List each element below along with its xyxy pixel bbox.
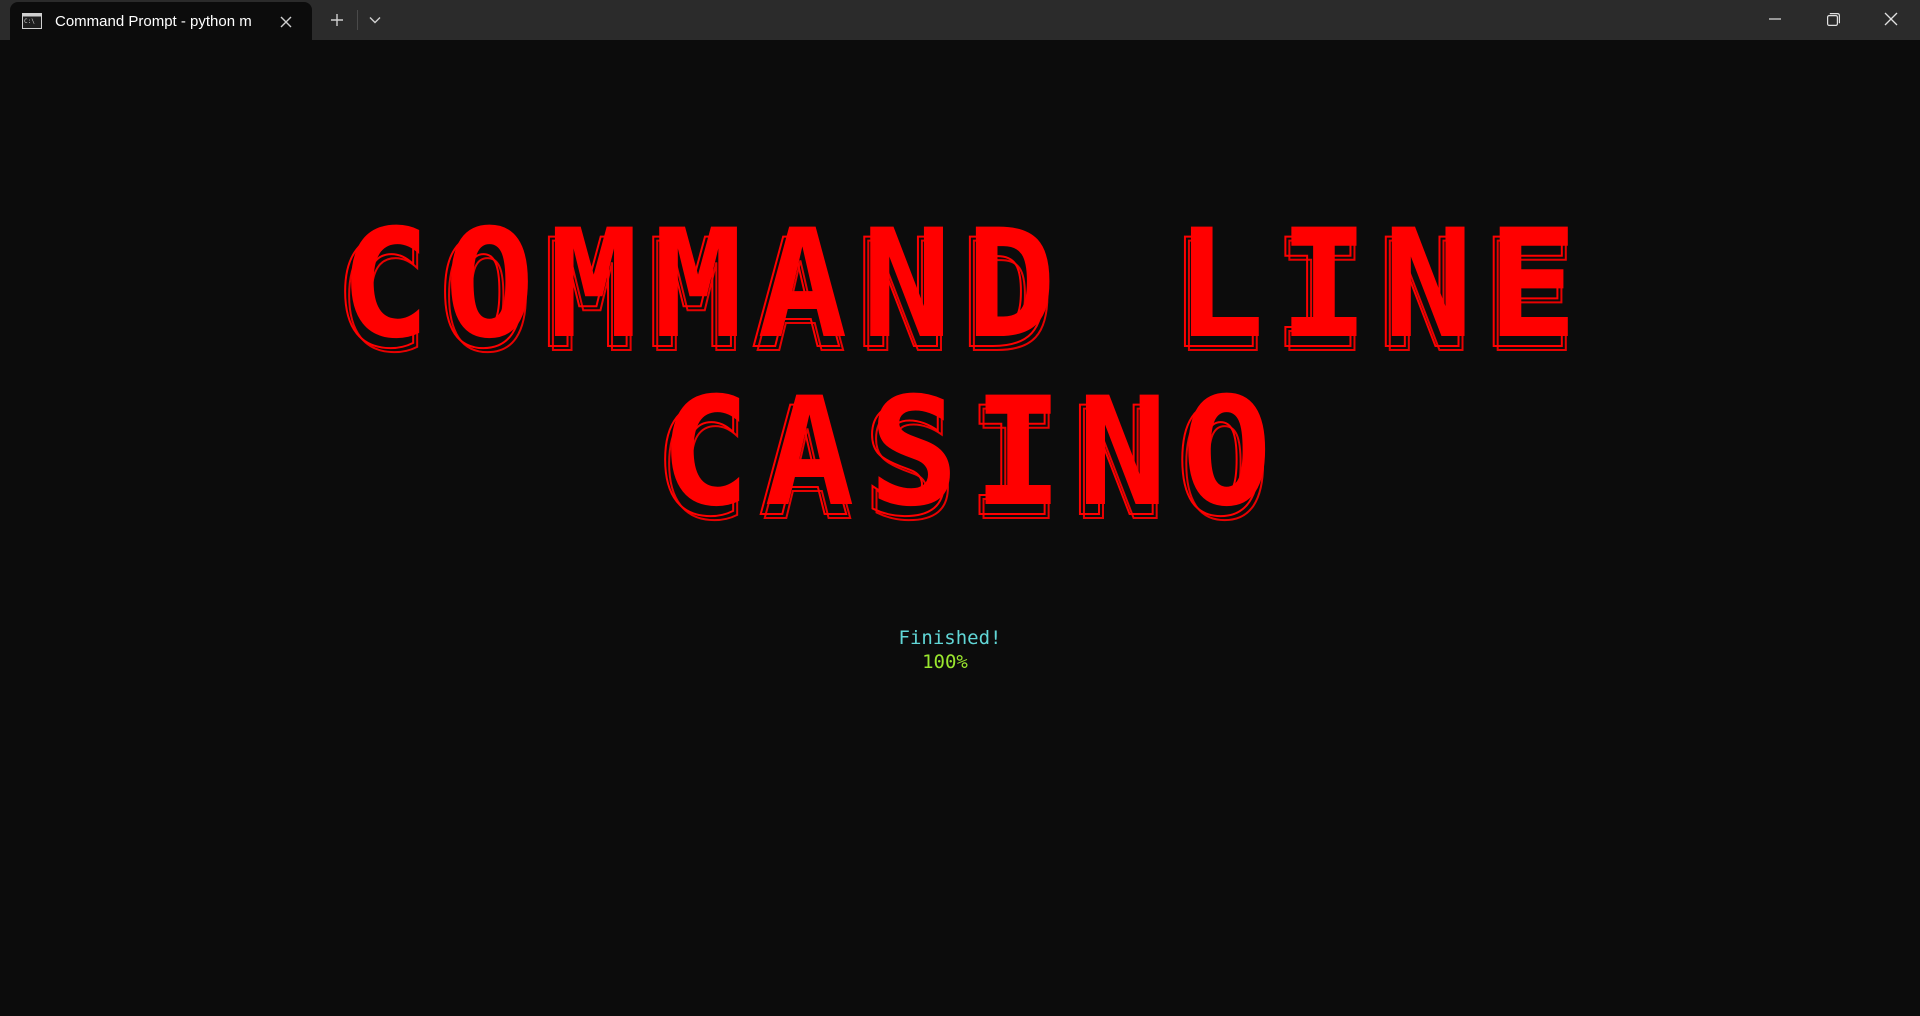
terminal-window: C:\ Command Prompt - python m COMMAND LI… (0, 0, 1920, 1016)
tab-command-prompt[interactable]: C:\ Command Prompt - python m (10, 2, 312, 40)
ascii-banner: COMMAND LINE COMMAND LINE COMMAND LINE C… (0, 40, 1920, 1016)
close-icon[interactable] (1862, 0, 1920, 38)
chevron-down-icon[interactable] (363, 8, 387, 32)
close-icon[interactable] (276, 12, 296, 32)
title-bar: C:\ Command Prompt - python m (0, 0, 1920, 40)
banner-line-1: COMMAND LINE (340, 198, 1592, 372)
minimize-icon[interactable] (1746, 0, 1804, 38)
restore-icon[interactable] (1804, 0, 1862, 38)
banner-line-2: CASINO (660, 366, 1286, 540)
status-text: Finished! (898, 627, 1002, 649)
tab-title: Command Prompt - python m (55, 13, 252, 30)
progress-percent: 100% (922, 651, 968, 673)
terminal-output[interactable]: COMMAND LINE COMMAND LINE COMMAND LINE C… (0, 40, 1920, 1016)
tab-separator (357, 10, 358, 30)
terminal-icon: C:\ (22, 13, 42, 29)
svg-text:C:\: C:\ (24, 18, 35, 25)
plus-icon[interactable] (325, 8, 349, 32)
